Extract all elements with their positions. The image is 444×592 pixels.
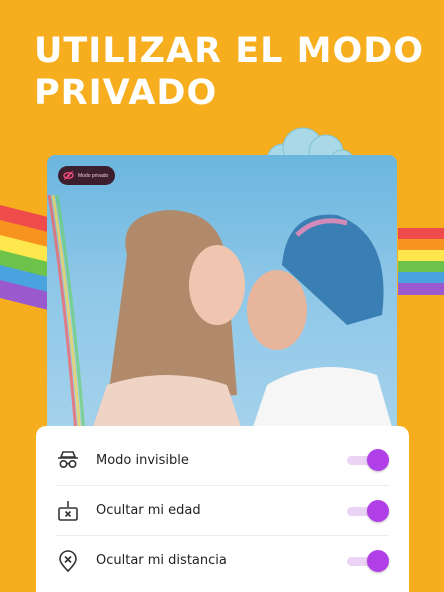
rainbow-right-decoration bbox=[398, 228, 444, 295]
setting-row-hide-distance: Ocultar mi distancia bbox=[56, 535, 389, 585]
headline: UTILIZAR EL MODO PRIVADO bbox=[34, 30, 434, 114]
toggle-hide-age[interactable] bbox=[347, 499, 389, 522]
profile-photo-card: Modo privado bbox=[47, 155, 397, 445]
location-pin-x-icon bbox=[59, 549, 77, 572]
headline-line-2: PRIVADO bbox=[34, 73, 218, 113]
couple-photo bbox=[47, 194, 397, 445]
setting-row-hide-age: Ocultar mi edad bbox=[56, 485, 389, 535]
setting-row-invisible-mode: Modo invisible bbox=[56, 435, 389, 485]
private-mode-badge: Modo privado bbox=[58, 166, 116, 185]
toggle-invisible-mode[interactable] bbox=[347, 449, 389, 471]
toggle-knob bbox=[367, 449, 389, 471]
private-mode-badge-label: Modo privado bbox=[78, 172, 109, 179]
privacy-settings-panel: Modo invisible Ocultar mi edad Ocultar m… bbox=[36, 426, 409, 592]
toggle-hide-distance[interactable] bbox=[347, 549, 389, 572]
setting-label-hide-distance: Ocultar mi distancia bbox=[96, 553, 227, 568]
setting-label-invisible-mode: Modo invisible bbox=[96, 452, 189, 468]
toggle-knob bbox=[367, 499, 389, 522]
rainbow-left-decoration bbox=[0, 205, 52, 310]
eye-slash-icon bbox=[63, 170, 74, 181]
incognito-glasses-icon bbox=[58, 451, 78, 469]
headline-line-1: UTILIZAR EL MODO bbox=[34, 31, 425, 71]
setting-label-hide-age: Ocultar mi edad bbox=[96, 503, 201, 518]
age-cake-hidden-icon bbox=[58, 500, 78, 521]
toggle-knob bbox=[367, 549, 389, 572]
